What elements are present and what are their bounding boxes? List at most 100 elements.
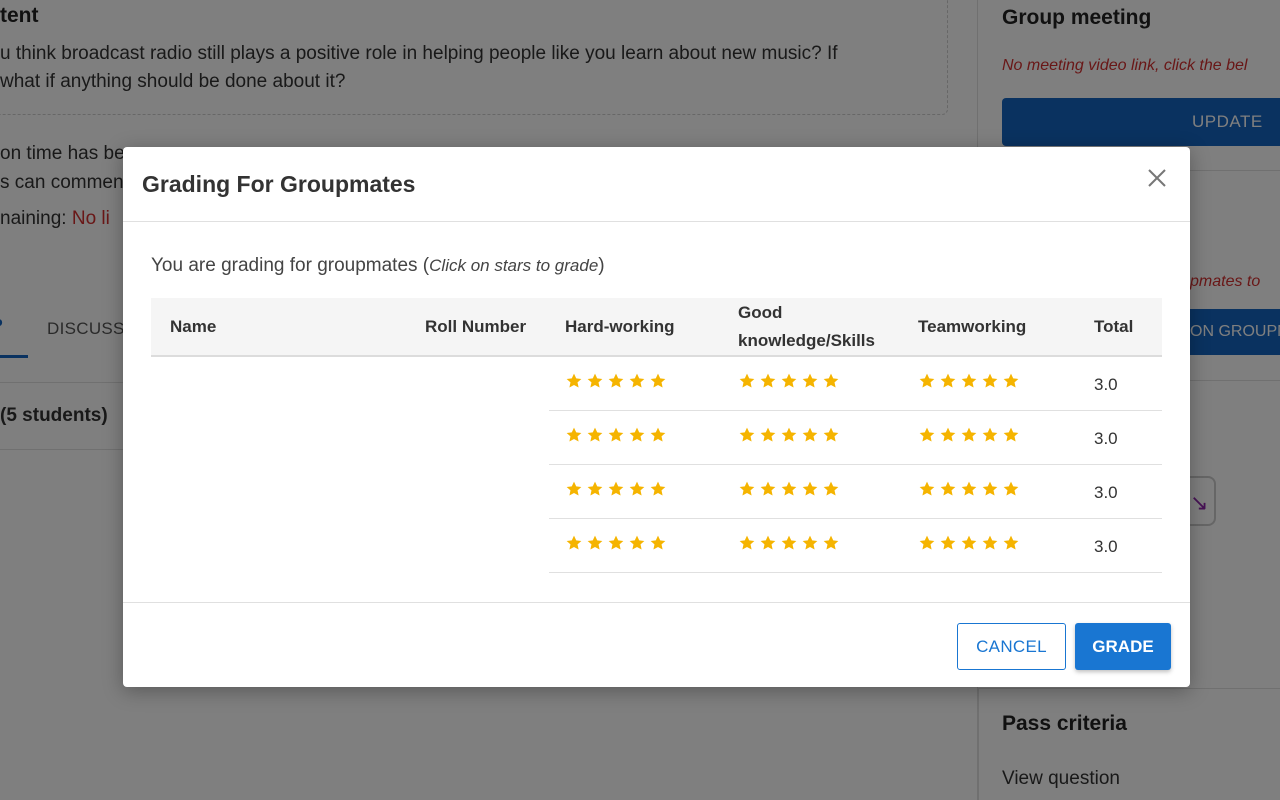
star-icon[interactable]	[918, 534, 936, 552]
star-icon[interactable]	[1002, 426, 1020, 444]
column-header-total: Total	[1082, 298, 1162, 357]
teamworking-star-rating	[918, 372, 1020, 390]
close-button[interactable]	[1143, 164, 1171, 192]
star-icon[interactable]	[1002, 372, 1020, 390]
roll-number-cell	[413, 464, 549, 519]
star-icon[interactable]	[586, 534, 604, 552]
table-row: 3.0	[151, 410, 1162, 465]
instructions-hint: Click on stars to grade	[429, 256, 599, 275]
teamworking-star-rating	[918, 534, 1020, 552]
total-score-cell: 3.0	[1082, 464, 1162, 519]
star-icon[interactable]	[738, 534, 756, 552]
star-icon[interactable]	[939, 480, 957, 498]
hard-working-rating-cell	[549, 356, 726, 411]
roll-number-cell	[413, 518, 549, 573]
star-icon[interactable]	[628, 372, 646, 390]
star-icon[interactable]	[738, 426, 756, 444]
good-knowledge-star-rating	[738, 480, 840, 498]
good-knowledge-rating-cell	[726, 518, 906, 573]
close-icon	[1148, 169, 1166, 187]
student-name-cell	[151, 356, 413, 411]
star-icon[interactable]	[822, 534, 840, 552]
star-icon[interactable]	[586, 426, 604, 444]
star-icon[interactable]	[939, 534, 957, 552]
star-icon[interactable]	[586, 372, 604, 390]
star-icon[interactable]	[822, 372, 840, 390]
star-icon[interactable]	[780, 534, 798, 552]
total-score-cell: 3.0	[1082, 518, 1162, 573]
star-icon[interactable]	[649, 372, 667, 390]
grading-table-body: 3.0 3.0 3.0 3.0	[151, 356, 1162, 573]
star-icon[interactable]	[649, 480, 667, 498]
instructions-close-paren: )	[598, 255, 605, 276]
modal-footer: CANCEL GRADE	[123, 602, 1190, 687]
star-icon[interactable]	[960, 534, 978, 552]
star-icon[interactable]	[565, 480, 583, 498]
star-icon[interactable]	[607, 372, 625, 390]
modal-header: Grading For Groupmates	[123, 147, 1190, 222]
grade-button[interactable]: GRADE	[1075, 623, 1171, 670]
teamworking-rating-cell	[906, 356, 1082, 411]
star-icon[interactable]	[565, 534, 583, 552]
star-icon[interactable]	[939, 426, 957, 444]
star-icon[interactable]	[918, 372, 936, 390]
hard-working-star-rating	[565, 480, 667, 498]
star-icon[interactable]	[918, 480, 936, 498]
good-knowledge-star-rating	[738, 372, 840, 390]
star-icon[interactable]	[649, 534, 667, 552]
star-icon[interactable]	[759, 534, 777, 552]
star-icon[interactable]	[1002, 480, 1020, 498]
cancel-button[interactable]: CANCEL	[957, 623, 1066, 670]
column-header-roll-number: Roll Number	[413, 298, 549, 357]
star-icon[interactable]	[628, 534, 646, 552]
star-icon[interactable]	[960, 426, 978, 444]
star-icon[interactable]	[586, 480, 604, 498]
star-icon[interactable]	[939, 372, 957, 390]
star-icon[interactable]	[801, 534, 819, 552]
star-icon[interactable]	[960, 480, 978, 498]
star-icon[interactable]	[628, 426, 646, 444]
star-icon[interactable]	[918, 426, 936, 444]
star-icon[interactable]	[607, 480, 625, 498]
star-icon[interactable]	[780, 480, 798, 498]
star-icon[interactable]	[960, 372, 978, 390]
hard-working-star-rating	[565, 372, 667, 390]
star-icon[interactable]	[801, 480, 819, 498]
star-icon[interactable]	[628, 480, 646, 498]
star-icon[interactable]	[801, 426, 819, 444]
star-icon[interactable]	[607, 426, 625, 444]
student-name-cell	[151, 464, 413, 519]
star-icon[interactable]	[607, 534, 625, 552]
star-icon[interactable]	[801, 372, 819, 390]
star-icon[interactable]	[738, 372, 756, 390]
star-icon[interactable]	[780, 372, 798, 390]
table-row: 3.0	[151, 464, 1162, 519]
table-row: 3.0	[151, 356, 1162, 411]
hard-working-star-rating	[565, 534, 667, 552]
good-knowledge-star-rating	[738, 426, 840, 444]
star-icon[interactable]	[981, 534, 999, 552]
teamworking-rating-cell	[906, 410, 1082, 465]
teamworking-star-rating	[918, 426, 1020, 444]
star-icon[interactable]	[565, 426, 583, 444]
star-icon[interactable]	[981, 426, 999, 444]
column-header-good-knowledge: Good knowledge/Skills	[726, 298, 906, 357]
student-name-cell	[151, 518, 413, 573]
star-icon[interactable]	[649, 426, 667, 444]
column-header-name: Name	[151, 298, 413, 357]
hard-working-star-rating	[565, 426, 667, 444]
star-icon[interactable]	[565, 372, 583, 390]
instructions-text: You are grading for groupmates (	[151, 255, 430, 276]
star-icon[interactable]	[738, 480, 756, 498]
teamworking-star-rating	[918, 480, 1020, 498]
star-icon[interactable]	[981, 372, 999, 390]
star-icon[interactable]	[780, 426, 798, 444]
modal-title: Grading For Groupmates	[142, 171, 416, 197]
star-icon[interactable]	[822, 426, 840, 444]
star-icon[interactable]	[1002, 534, 1020, 552]
star-icon[interactable]	[759, 426, 777, 444]
star-icon[interactable]	[981, 480, 999, 498]
star-icon[interactable]	[759, 372, 777, 390]
star-icon[interactable]	[759, 480, 777, 498]
star-icon[interactable]	[822, 480, 840, 498]
